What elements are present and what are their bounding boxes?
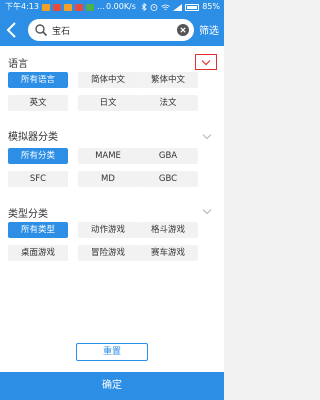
language-section-title: 语言: [8, 59, 28, 70]
battery-level: 85%: [202, 2, 220, 11]
chip-french[interactable]: 法文: [138, 95, 198, 111]
chip-action-games[interactable]: 动作游戏: [78, 222, 138, 238]
status-time: 下午4:13: [5, 2, 39, 11]
chip-japanese[interactable]: 日文: [78, 95, 138, 111]
signal-icon: [173, 3, 183, 11]
chip-board-games[interactable]: 桌面游戏: [8, 245, 68, 261]
chip-gba[interactable]: GBA: [138, 148, 198, 164]
chip-racing-games[interactable]: 赛车游戏: [138, 245, 198, 261]
notification-icon: [41, 3, 50, 11]
chip-adventure-games[interactable]: 冒险游戏: [78, 245, 138, 261]
chip-all-languages[interactable]: 所有语言: [8, 72, 68, 88]
chip-md[interactable]: MD: [78, 171, 138, 187]
chevron-down-icon[interactable]: [202, 133, 212, 140]
emulator-section-title: 模拟器分类: [8, 132, 58, 143]
chip-fighting-games[interactable]: 格斗游戏: [138, 222, 198, 238]
filter-button[interactable]: 筛选: [199, 22, 219, 37]
chip-all-categories[interactable]: 所有分类: [8, 148, 68, 164]
chip-gbc[interactable]: GBC: [138, 171, 198, 187]
battery-icon: [185, 3, 200, 11]
search-input[interactable]: [52, 21, 172, 39]
search-box[interactable]: [28, 19, 194, 41]
chip-all-types[interactable]: 所有类型: [8, 222, 68, 238]
wifi-icon: [161, 4, 170, 10]
more-icon: …: [96, 2, 105, 11]
back-arrow-icon[interactable]: [4, 20, 20, 40]
search-icon: [35, 24, 48, 37]
clear-icon[interactable]: [177, 24, 189, 36]
status-bar: 下午4:13 … 0.00K/s 85%: [0, 0, 224, 14]
confirm-button[interactable]: 确定: [0, 372, 224, 400]
chevron-down-icon[interactable]: [201, 59, 211, 66]
app-icon: [63, 3, 72, 11]
chip-simplified-chinese[interactable]: 简体中文: [78, 72, 138, 88]
alarm-icon: [150, 4, 158, 11]
reset-button[interactable]: 重置: [76, 343, 148, 361]
chevron-down-icon[interactable]: [202, 208, 212, 215]
chip-sfc[interactable]: SFC: [8, 171, 68, 187]
toolbar: 筛选: [0, 14, 224, 46]
app-icon: [85, 3, 94, 11]
chip-traditional-chinese[interactable]: 繁体中文: [138, 72, 198, 88]
bluetooth-icon: [141, 3, 147, 11]
network-speed: 0.00K/s: [106, 2, 136, 11]
filter-panel: 语言 所有语言 简体中文 繁体中文 英文 日文 法文 模拟器分类 所有分类 MA…: [0, 46, 224, 372]
app-icon: [74, 3, 83, 11]
chip-mame[interactable]: MAME: [78, 148, 138, 164]
chip-english[interactable]: 英文: [8, 95, 68, 111]
app-icon: [52, 3, 61, 11]
type-section-title: 类型分类: [8, 209, 48, 220]
